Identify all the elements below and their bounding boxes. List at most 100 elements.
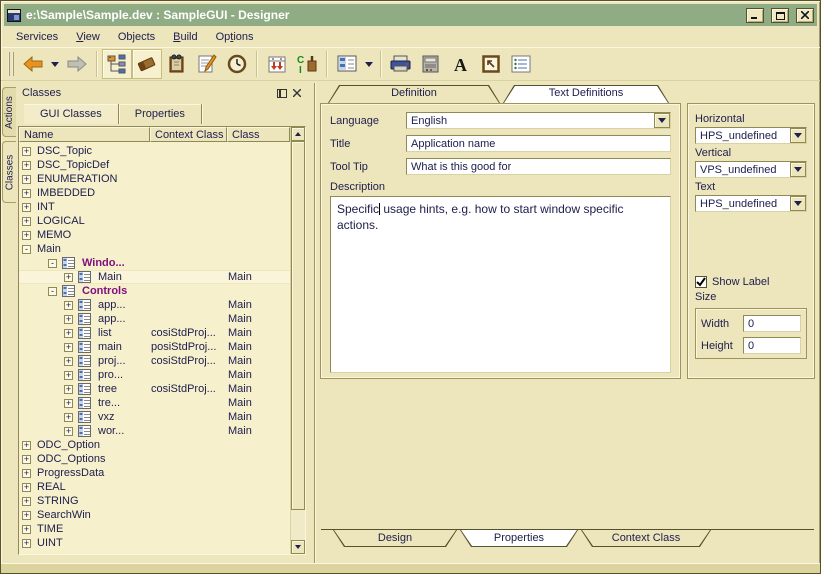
expand-toggle-icon[interactable]: + [64,357,73,366]
expand-toggle-icon[interactable]: + [22,511,31,520]
tab-text-definitions[interactable]: Text Definitions [503,85,669,103]
horizontal-combobox[interactable]: HPS_undefined [695,127,807,144]
expand-toggle-icon[interactable]: + [22,217,31,226]
expand-toggle-icon[interactable]: + [22,147,31,156]
edit-document-button[interactable] [192,49,222,79]
close-panel-button[interactable] [289,87,304,100]
tree-row-main[interactable]: +MainMain [19,270,290,284]
forward-button[interactable] [62,49,92,79]
expand-toggle-icon[interactable]: + [22,231,31,240]
float-panel-button[interactable] [274,87,289,100]
expand-toggle-icon[interactable]: + [22,469,31,478]
tree-row-progressdata[interactable]: +ProgressData [19,466,290,480]
tab-context-class[interactable]: Context Class [581,530,711,547]
text-combobox[interactable]: HPS_undefined [695,195,807,212]
calendar-transfer-button[interactable] [262,49,292,79]
tree-row-tree[interactable]: +treecosiStdProj...Main [19,382,290,396]
column-header-context-class[interactable]: Context Class [150,127,227,142]
tree-scrollbar[interactable] [290,127,305,554]
tree-row-vxz[interactable]: +vxzMain [19,410,290,424]
tree-row-memo[interactable]: +MEMO [19,228,290,242]
form-select-button[interactable] [332,49,362,79]
tab-gui-classes[interactable]: GUI Classes [24,104,119,124]
tree-row-odc-options[interactable]: +ODC_Options [19,452,290,466]
dropdown-button[interactable] [790,196,806,211]
tree-row-proj[interactable]: +proj...cosiStdProj...Main [19,354,290,368]
tree-row-app[interactable]: +app...Main [19,298,290,312]
tree-row-time[interactable]: +TIME [19,522,290,536]
expand-toggle-icon[interactable]: + [64,385,73,394]
expand-toggle-icon[interactable]: + [22,483,31,492]
expand-toggle-icon[interactable]: + [64,343,73,352]
expand-toggle-icon[interactable]: + [22,175,31,184]
maximize-button[interactable] [771,8,789,23]
close-button[interactable] [796,8,814,23]
class-interface-button[interactable]: CI [292,49,322,79]
dock-tab-actions[interactable]: Actions [2,87,16,137]
minimize-button[interactable] [746,8,764,23]
width-input[interactable]: 0 [743,315,801,332]
height-input[interactable]: 0 [743,337,801,354]
tree-row-wor[interactable]: +wor...Main [19,424,290,438]
expand-toggle-icon[interactable]: + [22,189,31,198]
menu-item-view[interactable]: View [67,29,109,45]
expand-toggle-icon[interactable]: + [64,371,73,380]
back-button[interactable] [18,49,48,79]
tree-row-enumeration[interactable]: +ENUMERATION [19,172,290,186]
tree-row-main[interactable]: +mainposiStdProj...Main [19,340,290,354]
scroll-up-button[interactable] [291,127,305,141]
tree-row-odc-option[interactable]: +ODC_Option [19,438,290,452]
expand-toggle-icon[interactable]: + [64,301,73,310]
vertical-combobox[interactable]: VPS_undefined [695,161,807,178]
tree-row-uint[interactable]: +UINT [19,536,290,550]
clock-button[interactable] [222,49,252,79]
dock-tab-classes[interactable]: Classes [2,141,16,203]
tree-row-app[interactable]: +app...Main [19,312,290,326]
expand-toggle-icon[interactable]: + [22,161,31,170]
menu-item-services[interactable]: Services [7,29,67,45]
tree-row-main[interactable]: -Main [19,242,290,256]
font-button[interactable]: A [446,49,476,79]
eraser-button[interactable] [132,49,162,79]
title-input[interactable]: Application name [406,135,671,152]
title-bar[interactable]: e:\Sample\Sample.dev : SampleGUI - Desig… [4,4,817,26]
tree-row-real[interactable]: +REAL [19,480,290,494]
menu-item-objects[interactable]: Objects [109,29,164,45]
expand-toggle-icon[interactable]: + [64,273,73,282]
tree-row-list[interactable]: +listcosiStdProj...Main [19,326,290,340]
language-combobox[interactable]: English [406,112,671,129]
show-label-checkbox[interactable] [695,276,707,288]
device-button[interactable] [416,49,446,79]
print-button[interactable] [386,49,416,79]
tree-row-searchwin[interactable]: +SearchWin [19,508,290,522]
book-button[interactable] [162,49,192,79]
dropdown-button[interactable] [790,128,806,143]
column-header-class[interactable]: Class [227,127,290,142]
dropdown-button[interactable] [654,113,670,128]
scrollbar-thumb[interactable] [291,141,305,510]
class-hierarchy-button[interactable] [102,49,132,79]
expand-toggle-icon[interactable]: + [22,539,31,548]
scroll-down-button[interactable] [291,540,305,554]
expand-toggle-icon[interactable]: + [22,203,31,212]
expand-toggle-icon[interactable]: + [64,329,73,338]
expand-toggle-icon[interactable]: + [22,525,31,534]
expand-toggle-icon[interactable]: + [22,497,31,506]
expand-toggle-icon[interactable]: + [64,315,73,324]
tab-design[interactable]: Design [333,530,457,547]
tree-row-dsc-topicdef[interactable]: +DSC_TopicDef [19,158,290,172]
tooltip-input[interactable]: What is this good for [406,158,671,175]
tab-definition[interactable]: Definition [328,85,500,103]
expand-toggle-icon[interactable]: - [22,245,31,254]
expand-toggle-icon[interactable]: + [22,455,31,464]
image-link-button[interactable] [476,49,506,79]
tree-row-windo[interactable]: -Windo... [19,256,290,270]
expand-toggle-icon[interactable]: - [48,287,57,296]
menu-item-options[interactable]: Options [207,29,263,45]
list-view-button[interactable] [506,49,536,79]
expand-toggle-icon[interactable]: + [64,427,73,436]
tree-row-logical[interactable]: +LOGICAL [19,214,290,228]
tree-row-pro[interactable]: +pro...Main [19,368,290,382]
tree-row-string[interactable]: +STRING [19,494,290,508]
description-textarea[interactable]: Specific usage hints, e.g. how to start … [330,196,671,373]
